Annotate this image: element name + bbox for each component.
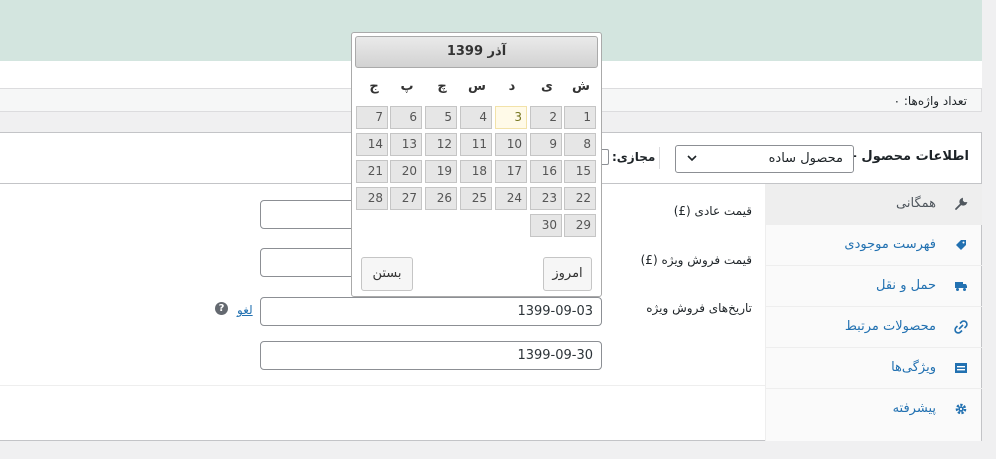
calendar-day[interactable]: 20	[390, 160, 422, 183]
calendar-day[interactable]: 16	[530, 160, 562, 183]
weekday-label: د	[508, 79, 516, 94]
regular-price-label: قیمت عادی (£)	[673, 204, 752, 218]
calendar-day[interactable]: 19	[425, 160, 457, 183]
calendar-day[interactable]: 4	[460, 106, 492, 129]
calendar-day[interactable]: 22	[564, 187, 596, 210]
calendar-day[interactable]: 27	[390, 187, 422, 210]
list-icon	[955, 363, 967, 373]
calendar-day[interactable]: 12	[425, 133, 457, 156]
datepicker-month-title: آذر 1399	[446, 44, 507, 59]
date-from-value: 1399-09-03	[517, 304, 593, 319]
sale-dates-label: تاریخ‌های فروش ویژه	[646, 301, 752, 315]
header-separator	[659, 147, 660, 169]
tab-label: حمل و نقل	[876, 278, 936, 293]
link-icon	[954, 320, 968, 334]
tab-attributes[interactable]: ویژگی‌ها	[766, 348, 982, 389]
calendar-day[interactable]: 21	[356, 160, 388, 183]
tab-label: فهرست موجودی	[844, 237, 936, 252]
virtual-label: مجازی:	[612, 150, 656, 164]
today-button[interactable]: امروز	[543, 257, 592, 291]
tab-shipping[interactable]: حمل و نقل	[766, 266, 982, 307]
tab-general[interactable]: همگانی	[766, 184, 982, 225]
calendar-day[interactable]: 28	[356, 187, 388, 210]
sale-date-from-input[interactable]: 1399-09-03	[260, 297, 602, 326]
weekday-label: ش	[572, 79, 590, 94]
calendar-day[interactable]: 30	[530, 214, 562, 237]
calendar-day[interactable]: 13	[390, 133, 422, 156]
gear-icon	[955, 403, 967, 415]
calendar-day[interactable]: 14	[356, 133, 388, 156]
calendar-day-today[interactable]: 3	[495, 106, 527, 129]
tab-linked-products[interactable]: محصولات مرتبط	[766, 307, 982, 348]
weekday-label: چ	[437, 79, 447, 94]
word-count: تعداد واژه‌ها: ۰	[893, 94, 967, 108]
product-data-title: اطلاعات محصول —	[843, 149, 969, 164]
calendar-day[interactable]: 25	[460, 187, 492, 210]
tab-advanced[interactable]: پیشرفته	[766, 389, 982, 430]
tab-label: محصولات مرتبط	[844, 319, 936, 334]
calendar-day[interactable]: 2	[530, 106, 562, 129]
calendar-day[interactable]: 15	[564, 160, 596, 183]
calendar-day[interactable]: 23	[530, 187, 562, 210]
tag-icon	[956, 240, 966, 250]
weekday-label: ی	[541, 79, 553, 94]
calendar-day[interactable]: 9	[530, 133, 562, 156]
sale-price-label: قیمت فروش ویژه (£)	[640, 253, 752, 267]
date-to-value: 1399-09-30	[517, 348, 593, 363]
tab-label: ویژگی‌ها	[891, 360, 936, 375]
chevron-down-icon	[687, 155, 697, 162]
cancel-schedule-link[interactable]: لغو	[237, 303, 253, 317]
help-icon[interactable]: ?	[215, 302, 228, 315]
product-data-tabs: همگانی فهرست موجودی حمل و نقل محصولات مر…	[765, 184, 982, 441]
tab-label: همگانی	[896, 196, 936, 211]
calendar-day[interactable]: 1	[564, 106, 596, 129]
sale-date-to-input[interactable]: 1399-09-30	[260, 341, 602, 370]
truck-icon	[955, 282, 967, 291]
weekday-label: ج	[369, 79, 379, 94]
tab-label: پیشرفته	[892, 401, 936, 416]
close-button[interactable]: بستن	[361, 257, 413, 291]
wrench-icon	[955, 197, 968, 210]
product-type-value: محصول ساده	[768, 151, 843, 166]
calendar-day[interactable]: 10	[495, 133, 527, 156]
calendar-day[interactable]: 24	[495, 187, 527, 210]
calendar-day[interactable]: 6	[390, 106, 422, 129]
fields-divider	[0, 385, 765, 386]
calendar-day[interactable]: 17	[495, 160, 527, 183]
calendar-day[interactable]: 18	[460, 160, 492, 183]
calendar-day[interactable]: 29	[564, 214, 596, 237]
calendar-day[interactable]: 11	[460, 133, 492, 156]
calendar-day[interactable]: 8	[564, 133, 596, 156]
tab-inventory[interactable]: فهرست موجودی	[766, 225, 982, 266]
calendar-day[interactable]: 26	[425, 187, 457, 210]
datepicker-header: آذر 1399	[355, 36, 598, 68]
calendar-day[interactable]: 7	[356, 106, 388, 129]
calendar-day[interactable]: 5	[425, 106, 457, 129]
weekday-label: پ	[400, 79, 414, 94]
datepicker-popup: آذر 1399 ش ی د س چ پ ج 1 2 3 4 5 6 7 8 9 10 11 12 13…	[351, 32, 602, 297]
weekday-label: س	[468, 79, 486, 94]
product-type-select[interactable]: محصول ساده	[675, 145, 854, 173]
